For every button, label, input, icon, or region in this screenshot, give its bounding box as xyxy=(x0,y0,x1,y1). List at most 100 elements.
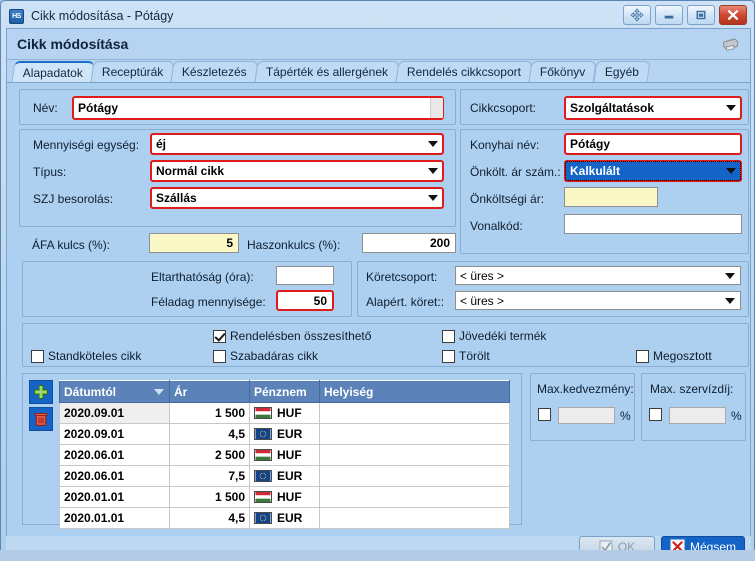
tipus-combo[interactable]: Normál cikk xyxy=(150,160,444,182)
close-button[interactable] xyxy=(719,5,747,25)
cell-helyiseg[interactable] xyxy=(319,486,510,508)
cell-ar[interactable]: 1 500 xyxy=(169,486,250,508)
alapert-koret-dropdown-arrow[interactable] xyxy=(721,293,739,308)
cell-datumtol[interactable]: 2020.09.01 xyxy=(59,402,170,424)
onkolt-ar-szam-dropdown-arrow[interactable] xyxy=(722,162,740,180)
konyhai-nev-input[interactable]: Pótágy xyxy=(564,133,742,155)
szj-besorolas-combo[interactable]: Szállás xyxy=(150,187,444,209)
cell-ar[interactable]: 2 500 xyxy=(169,444,250,466)
window-controls xyxy=(623,5,747,25)
label-vonalkod: Vonalkód: xyxy=(470,219,523,233)
cell-penznem[interactable]: HUF xyxy=(249,444,320,466)
cell-helyiseg[interactable] xyxy=(319,507,510,529)
afa-kulcs-input[interactable]: 5 xyxy=(149,233,239,253)
cell-penznem[interactable]: EUR xyxy=(249,465,320,487)
nev-input[interactable]: Pótágy xyxy=(72,96,444,120)
tipus-dropdown-arrow[interactable] xyxy=(424,162,442,180)
max-szervizdij-checkbox[interactable] xyxy=(649,408,666,421)
cell-ar[interactable]: 1 500 xyxy=(169,402,250,424)
onkoltsegi-ar-input[interactable] xyxy=(564,187,658,207)
cell-datumtol[interactable]: 2020.06.01 xyxy=(59,465,170,487)
flag-eu-icon xyxy=(254,470,272,482)
maximize-button[interactable] xyxy=(687,5,715,25)
szj-besorolas-dropdown-arrow[interactable] xyxy=(424,189,442,207)
checkbox-szabadaras-cikk[interactable]: Szabadáras cikk xyxy=(213,349,318,363)
checkbox-jovedeki-termek[interactable]: Jövedéki termék xyxy=(442,329,546,343)
title-bar[interactable]: HS Cikk módosítása - Pótágy xyxy=(6,5,749,27)
price-table[interactable]: Dátumtól Ár Pénznem Helyiség 2020.09.01 1… xyxy=(59,380,510,529)
checkbox-standkoteles-cikk[interactable]: Standköteles cikk xyxy=(31,349,141,363)
tab-rendeles-cikkcsoport[interactable]: Rendelés cikkcsoport xyxy=(395,61,533,82)
tab-fokonyv[interactable]: Főkönyv xyxy=(528,61,598,82)
cell-helyiseg[interactable] xyxy=(319,444,510,466)
table-row[interactable]: 2020.01.01 4,5 EUR xyxy=(59,507,510,529)
cell-datumtol[interactable]: 2020.01.01 xyxy=(59,507,170,529)
max-kedvezmeny-input[interactable] xyxy=(558,407,615,424)
tab-taperteik-es-allergenek[interactable]: Tápérték és allergének xyxy=(254,61,400,82)
cell-penznem[interactable]: HUF xyxy=(249,402,320,424)
cell-helyiseg[interactable] xyxy=(319,465,510,487)
cell-helyiseg[interactable] xyxy=(319,423,510,445)
plus-icon xyxy=(34,385,48,399)
max-kedvezmeny-checkbox[interactable] xyxy=(538,408,555,421)
window-title: Cikk módosítása - Pótágy xyxy=(31,9,174,23)
cell-ar[interactable]: 4,5 xyxy=(169,507,250,529)
table-row[interactable]: 2020.06.01 2 500 HUF xyxy=(59,444,510,466)
vonalkod-input[interactable] xyxy=(564,214,742,234)
table-row[interactable]: 2020.01.01 1 500 HUF xyxy=(59,486,510,508)
add-row-button[interactable] xyxy=(29,380,53,404)
checkbox-box xyxy=(31,349,44,363)
printer-icon[interactable] xyxy=(720,35,740,55)
label-tipus: Típus: xyxy=(33,165,67,179)
label-mennyisegi-egyseg: Mennyiségi egység: xyxy=(33,138,140,152)
table-row[interactable]: 2020.09.01 4,5 EUR xyxy=(59,423,510,445)
max-szervizdij-input[interactable] xyxy=(669,407,726,424)
cell-datumtol[interactable]: 2020.06.01 xyxy=(59,444,170,466)
chevron-down-icon xyxy=(725,272,735,279)
haszonkulcs-input[interactable]: 200 xyxy=(362,233,456,253)
mennyisegi-egyseg-dropdown-arrow[interactable] xyxy=(424,135,442,153)
cell-ar[interactable]: 4,5 xyxy=(169,423,250,445)
minimize-button[interactable] xyxy=(655,5,683,25)
cell-penznem[interactable]: EUR xyxy=(249,507,320,529)
cell-datumtol[interactable]: 2020.09.01 xyxy=(59,423,170,445)
delete-row-button[interactable] xyxy=(29,407,53,431)
column-header-penznem[interactable]: Pénznem xyxy=(249,380,320,403)
tab-keszletezes[interactable]: Készletezés xyxy=(170,61,259,82)
checkbox-torolt[interactable]: Törölt xyxy=(442,349,490,363)
onkolt-ar-szam-combo[interactable]: Kalkulált xyxy=(564,160,742,182)
cell-ar[interactable]: 7,5 xyxy=(169,465,250,487)
koretcsoport-combo[interactable]: < üres > xyxy=(455,266,741,285)
cell-penznem[interactable]: EUR xyxy=(249,423,320,445)
cikkcsoport-dropdown-arrow[interactable] xyxy=(722,98,740,118)
max-kedvezmeny-unit: % xyxy=(620,409,631,423)
tab-egyeb[interactable]: Egyéb xyxy=(593,61,651,82)
checkbox-label: Megosztott xyxy=(653,349,712,363)
tab-receptvrak[interactable]: Receptúrák xyxy=(90,61,175,82)
table-row[interactable]: 2020.09.01 1 500 HUF xyxy=(59,402,510,424)
alapert-koret-combo[interactable]: < üres > xyxy=(455,291,741,310)
mennyisegi-egyseg-combo[interactable]: éj xyxy=(150,133,444,155)
koretcsoport-dropdown-arrow[interactable] xyxy=(721,268,739,283)
table-row[interactable]: 2020.06.01 7,5 EUR xyxy=(59,465,510,487)
chevron-down-icon xyxy=(428,141,438,147)
column-header-ar[interactable]: Ár xyxy=(169,380,250,403)
nev-spin-button[interactable] xyxy=(430,98,443,118)
checkbox-megosztott[interactable]: Megosztott xyxy=(636,349,712,363)
move-window-button[interactable] xyxy=(623,5,651,25)
column-header-datumtol[interactable]: Dátumtól xyxy=(59,380,170,403)
checkbox-label: Szabadáras cikk xyxy=(230,349,319,363)
cell-penznem[interactable]: HUF xyxy=(249,486,320,508)
label-max-kedvezmeny: Max.kedvezmény: xyxy=(537,382,634,396)
group-alapadat-bal: Mennyiségi egység: éj Típus: Normál cikk… xyxy=(19,129,456,227)
eltarthatosag-input[interactable] xyxy=(276,266,334,285)
cikkcsoport-combo[interactable]: Szolgáltatások xyxy=(564,96,742,120)
label-szj-besorolas: SZJ besorolás: xyxy=(33,192,114,206)
feladag-mennyisege-input[interactable]: 50 xyxy=(276,290,334,311)
tab-alapadatok[interactable]: Alapadatok xyxy=(11,61,95,82)
column-header-helyiseg[interactable]: Helyiség xyxy=(319,380,510,403)
checkbox-label: Jövedéki termék xyxy=(459,329,547,343)
checkbox-rendelesben-osszesitheto[interactable]: Rendelésben összesíthető xyxy=(213,329,371,343)
cell-helyiseg[interactable] xyxy=(319,402,510,424)
cell-datumtol[interactable]: 2020.01.01 xyxy=(59,486,170,508)
